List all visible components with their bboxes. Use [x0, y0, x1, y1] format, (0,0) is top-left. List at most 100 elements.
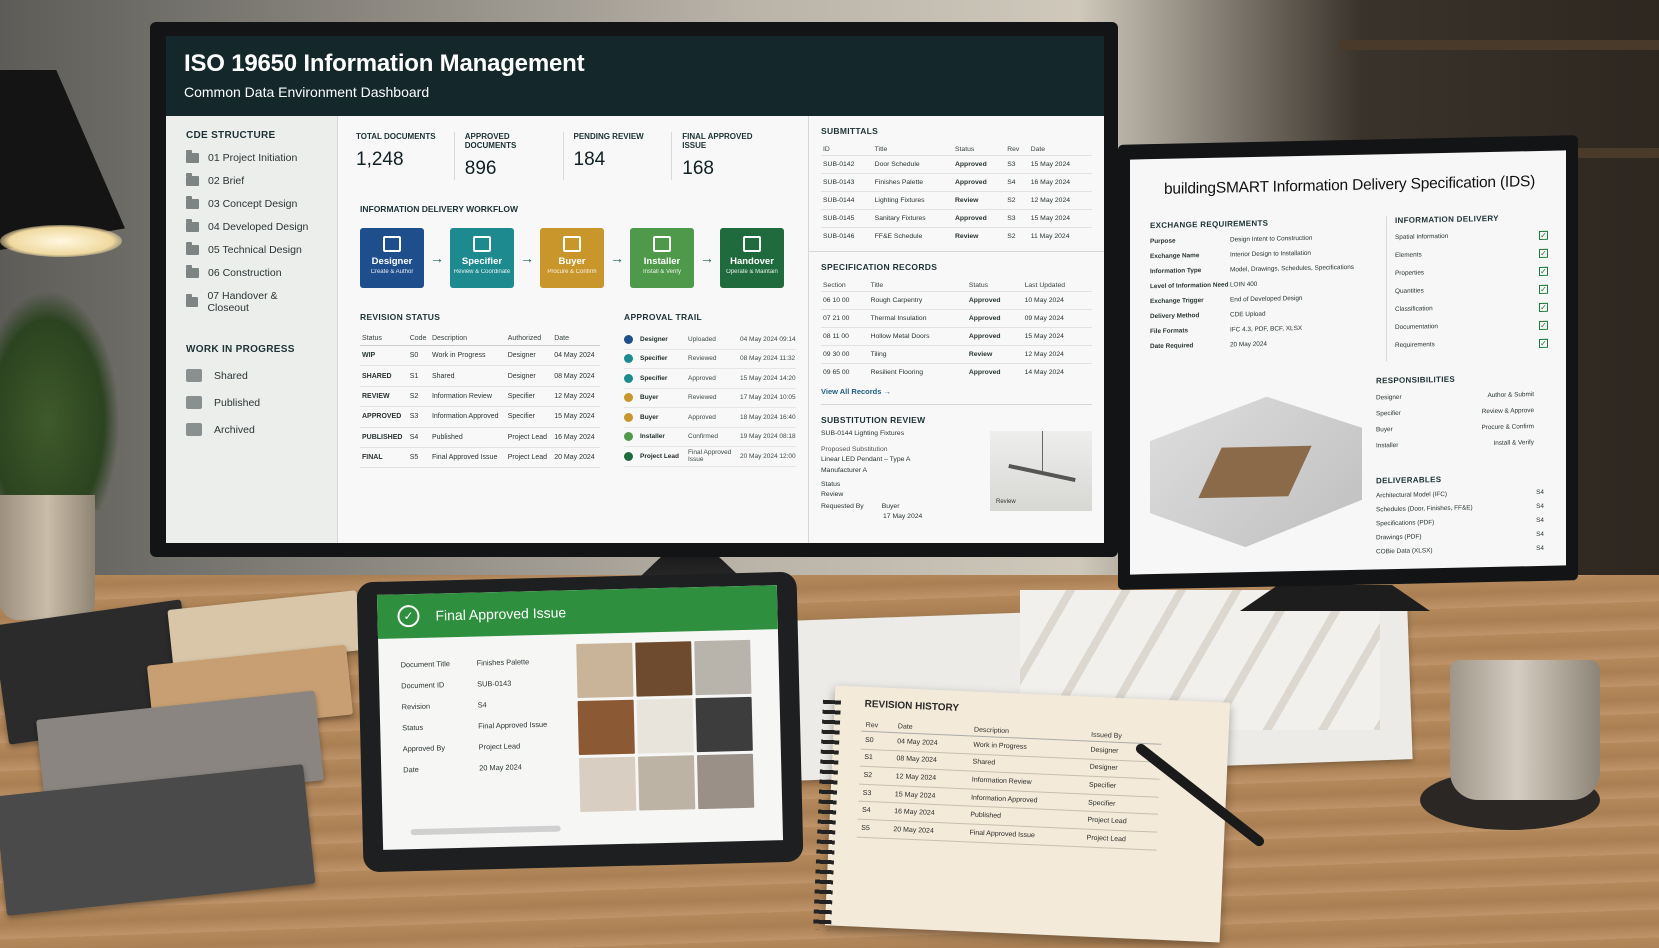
workflow-step-handover[interactable]: Handover Operate & Maintain: [720, 228, 784, 288]
approval-role: Project Lead: [640, 452, 680, 460]
wip-item[interactable]: Archived: [186, 423, 317, 436]
workflow-step-buyer[interactable]: Buyer Procure & Confirm: [540, 228, 604, 288]
checkbox-checked-icon[interactable]: ✓: [1539, 302, 1548, 312]
approval-row[interactable]: Project Lead Final Approved Issue 20 May 2…: [624, 447, 796, 467]
folder-item[interactable]: 01 Project Initiation: [186, 150, 317, 164]
cde-sidebar: CDE STRUCTURE 01 Project Initiation 02 Br…: [166, 116, 338, 543]
arrow-right-icon: →: [430, 250, 444, 266]
field-value: SUB-0143: [477, 678, 512, 689]
revision-status-panel: REVISION STATUS Status Code Description Aut…: [360, 312, 600, 469]
document-icon: [653, 236, 671, 252]
table-row[interactable]: REVIEW S2 Information Review Specifier 12 Ma…: [360, 386, 600, 408]
approval-row[interactable]: Buyer Approved 18 May 2024 16:40: [624, 408, 796, 428]
table-row[interactable]: SUB-0143 Finishes Palette Approved S4 16 May…: [821, 173, 1092, 192]
document-field: Revision S4: [402, 698, 572, 711]
delivery-label: Elements: [1395, 251, 1422, 260]
information-delivery: INFORMATION DELIVERY Spatial Information…: [1386, 212, 1548, 362]
table-row[interactable]: 08 11 00 Hollow Metal Doors Approved 15 May…: [821, 327, 1092, 346]
exchange-row: Information Type Model, Drawings, Schedul…: [1150, 263, 1376, 275]
table-row[interactable]: WIP S0 Work in Progress Designer 04 May 2024: [360, 345, 600, 367]
folder-item[interactable]: 07 Handover & Closeout: [186, 290, 317, 314]
checkbox-checked-icon[interactable]: ✓: [1539, 248, 1548, 258]
revision-history-table: Rev Date Description Issued By S0 04 May 202…: [856, 719, 1162, 851]
requested-date: 17 May 2024: [883, 513, 923, 521]
approval-row[interactable]: Designer Uploaded 04 May 2024 09:14: [624, 330, 796, 350]
workflow-step-title: Installer: [643, 256, 681, 267]
folder-icon: [186, 265, 199, 278]
checkbox-checked-icon[interactable]: ✓: [1539, 230, 1548, 240]
stat-card: APPROVED DOCUMENTS 896: [465, 132, 564, 180]
wip-item-label: Published: [214, 396, 261, 409]
user-avatar-icon: [624, 393, 633, 403]
finish-swatch[interactable]: [695, 696, 753, 753]
delivery-item: Quantities ✓: [1395, 284, 1548, 297]
checkbox-checked-icon[interactable]: ✓: [1539, 266, 1548, 276]
field-value: Finishes Palette: [476, 657, 530, 668]
finish-swatch[interactable]: [577, 699, 635, 756]
table-row[interactable]: SUB-0146 FF&E Schedule Review S2 11 May 2024: [821, 227, 1092, 245]
workflow-step-specifier[interactable]: Specifier Review & Coordinate: [450, 228, 514, 288]
document-field: Status Final Approved Issue: [402, 719, 572, 733]
approval-row[interactable]: Specifier Reviewed 08 May 2024 11:32: [624, 350, 796, 369]
view-all-records-link[interactable]: View All Records →: [821, 387, 1092, 396]
field-label: Revision: [401, 701, 431, 712]
document-field: Date 20 May 2024: [403, 761, 573, 774]
table-row[interactable]: SUB-0144 Lighting Fixtures Review S2 12 May …: [821, 191, 1092, 210]
approval-row[interactable]: Specifier Approved 15 May 2024 14:20: [624, 369, 796, 389]
delivery-label: Requirements: [1395, 341, 1435, 350]
wip-item[interactable]: Published: [186, 396, 317, 409]
revision-status-title: REVISION STATUS: [360, 312, 441, 322]
workflow-step-installer[interactable]: Installer Install & Verify: [630, 228, 694, 288]
field-label: Status: [402, 722, 424, 733]
table-row[interactable]: PUBLISHED S4 Published Project Lead 16 May 2…: [360, 427, 600, 448]
workflow-step-designer[interactable]: Designer Create & Author: [360, 228, 424, 288]
approval-date: 20 May 2024 12:00: [740, 452, 796, 460]
table-row[interactable]: 09 30 00 Tiling Review 12 May 2024: [821, 345, 1092, 364]
checkbox-checked-icon[interactable]: ✓: [1539, 338, 1548, 348]
workflow-step-title: Designer: [371, 256, 413, 267]
spec-records-table: Section Title Status Last Updated 06 10 00 R…: [821, 280, 1092, 381]
exchange-value: IFC 4.3, PDF, BCF, XLSX: [1230, 324, 1303, 334]
column-header: Date: [552, 332, 600, 346]
table-cell: S4: [857, 801, 891, 821]
checkbox-checked-icon[interactable]: ✓: [1539, 284, 1548, 294]
table-row[interactable]: FINAL S5 Final Approved Issue Project Lead 2…: [360, 447, 600, 469]
table-row[interactable]: 07 21 00 Thermal Insulation Approved 09 May…: [821, 309, 1092, 328]
user-avatar-icon: [624, 354, 633, 364]
table-cell: S5: [856, 819, 890, 839]
table-row[interactable]: SUB-0145 Sanitary Fixtures Approved S3 15 Ma…: [821, 209, 1092, 228]
finish-swatch[interactable]: [578, 756, 637, 813]
folder-item[interactable]: 05 Technical Design: [186, 242, 317, 256]
checkbox-checked-icon[interactable]: ✓: [1539, 320, 1548, 330]
finish-swatch[interactable]: [637, 755, 696, 811]
field-label: Date: [403, 764, 419, 775]
responsibility-role: Installer: [1376, 441, 1399, 450]
folder-item[interactable]: 02 Brief: [186, 173, 317, 187]
finish-swatch[interactable]: [694, 639, 752, 696]
finish-swatch[interactable]: [576, 642, 634, 699]
table-row[interactable]: 09 65 00 Resilient Flooring Approved 14 May…: [821, 363, 1092, 381]
table-cell: 15 May 2024: [1028, 209, 1092, 228]
column-header: Title: [874, 146, 888, 153]
finish-swatch[interactable]: [636, 698, 694, 754]
table-row[interactable]: SHARED S1 Shared Designer 08 May 2024: [360, 365, 600, 387]
wip-item[interactable]: Shared: [186, 369, 317, 382]
table-row[interactable]: 06 10 00 Rough Carpentry Approved 10 May 20…: [821, 291, 1092, 310]
table-row[interactable]: SUB-0142 Door Schedule Approved S3 15 May 20…: [821, 155, 1092, 174]
stat-label: APPROVED DOCUMENTS: [464, 132, 517, 150]
finish-swatch[interactable]: [696, 753, 755, 810]
approval-date: 19 May 2024 08:18: [740, 433, 796, 441]
approval-row[interactable]: Installer Confirmed 19 May 2024 08:18: [624, 428, 796, 447]
column-header: Date: [1030, 146, 1046, 153]
exchange-row: Exchange Trigger End of Developed Design: [1150, 293, 1376, 305]
tablet-scrollbar[interactable]: [410, 825, 561, 836]
table-cell: 16 May 2024: [1028, 173, 1092, 192]
folder-item[interactable]: 04 Developed Design: [186, 219, 317, 233]
folder-item[interactable]: 06 Construction: [186, 265, 317, 279]
table-cell: 04 May 2024: [552, 345, 600, 367]
finish-swatch[interactable]: [635, 641, 693, 697]
table-row[interactable]: APPROVED S3 Information Approved Specifier 1…: [360, 406, 600, 428]
folder-item[interactable]: 03 Concept Design: [186, 196, 317, 210]
approval-row[interactable]: Buyer Reviewed 17 May 2024 10:05: [624, 389, 796, 408]
responsibilities: RESPONSIBILITIES Designer Author & Submit…: [1376, 373, 1548, 450]
